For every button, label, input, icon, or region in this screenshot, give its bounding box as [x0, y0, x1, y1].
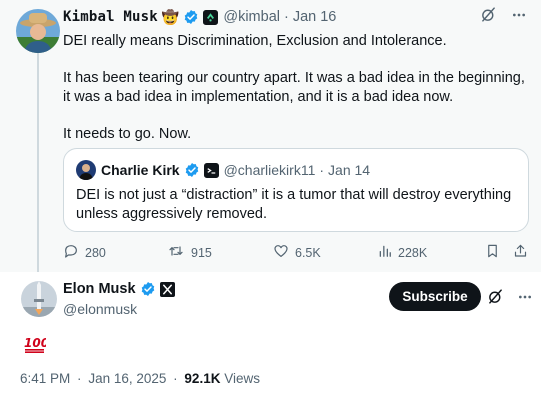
- quoted-tweet-card[interactable]: Charlie Kirk @charliekirk11 · Jan 14 DEI…: [63, 148, 529, 232]
- main-author-name[interactable]: Elon Musk: [63, 281, 136, 297]
- quoted-author-name: Charlie Kirk: [101, 162, 180, 178]
- main-header-actions: [487, 288, 533, 305]
- reply-button[interactable]: 280: [63, 243, 106, 262]
- affiliate-badge-icon: [203, 9, 219, 25]
- quoted-date-separator: ·: [319, 162, 325, 178]
- svg-text:100: 100: [24, 336, 46, 350]
- views-count: 228K: [398, 245, 428, 260]
- bookmark-button[interactable]: [485, 243, 500, 262]
- grok-icon[interactable]: [487, 288, 504, 305]
- repost-button[interactable]: 915: [167, 243, 212, 262]
- bookmark-icon: [485, 243, 500, 262]
- parent-tweet[interactable]: Kimbal Musk 🤠 @kimbal · Jan 16 DEI reall…: [0, 0, 541, 272]
- quoted-tweet-text: DEI is not just a “distraction” it is a …: [76, 187, 512, 222]
- like-button[interactable]: 6.5K: [273, 243, 321, 262]
- repost-count: 915: [191, 245, 212, 260]
- parent-date[interactable]: Jan 16: [293, 9, 337, 25]
- parent-date-separator: ·: [283, 9, 289, 25]
- main-time[interactable]: 6:41 PM: [20, 371, 70, 386]
- x-logo-badge-icon: [159, 281, 175, 297]
- main-author-row: Elon Musk: [63, 281, 175, 297]
- parent-action-bar: 280 915 6.5K 228K: [63, 243, 529, 263]
- main-date[interactable]: Jan 16, 2025: [88, 371, 166, 386]
- verified-badge-icon: [140, 281, 156, 297]
- like-icon: [273, 243, 289, 262]
- main-tweet-meta: 6:41 PM · Jan 16, 2025 · 92.1K Views: [20, 371, 260, 386]
- cowboy-emoji: 🤠: [161, 8, 180, 25]
- quoted-handle: @charliekirk11: [223, 162, 316, 178]
- parent-header-actions: [480, 6, 527, 23]
- more-icon[interactable]: [511, 7, 527, 23]
- repost-icon: [167, 243, 185, 262]
- verified-badge-icon: [184, 162, 200, 178]
- share-button[interactable]: [513, 243, 528, 262]
- parent-paragraph: It has been tearing our country apart. I…: [63, 70, 525, 105]
- parent-author-name[interactable]: Kimbal Musk: [63, 9, 158, 25]
- elon-avatar[interactable]: [21, 281, 57, 317]
- main-views-label: Views: [224, 371, 260, 386]
- thread-connector-line: [37, 47, 39, 272]
- parent-handle[interactable]: @kimbal: [223, 9, 280, 25]
- affiliate-badge-icon: [203, 162, 219, 178]
- reply-count: 280: [85, 245, 106, 260]
- parent-tweet-text: DEI really means Discrimination, Exclusi…: [63, 32, 528, 162]
- parent-paragraph: DEI really means Discrimination, Exclusi…: [63, 33, 447, 49]
- main-view-count: 92.1K: [184, 371, 221, 386]
- share-icon: [513, 243, 528, 262]
- kimbal-avatar[interactable]: [16, 9, 60, 53]
- parent-tweet-header: Kimbal Musk 🤠 @kimbal · Jan 16: [63, 8, 336, 26]
- views-button[interactable]: 228K: [378, 243, 427, 262]
- quoted-date: Jan 14: [328, 162, 371, 178]
- hundred-emoji: 💯 100: [20, 335, 50, 358]
- subscribe-button[interactable]: Subscribe: [389, 282, 481, 311]
- reply-icon: [63, 243, 79, 262]
- like-count: 6.5K: [295, 245, 321, 260]
- quoted-tweet-header: Charlie Kirk @charliekirk11 · Jan 14: [76, 160, 370, 180]
- charlie-avatar: [76, 160, 96, 180]
- main-meta-dot: ·: [173, 371, 178, 386]
- more-icon[interactable]: [517, 289, 533, 305]
- verified-badge-icon: [183, 9, 199, 25]
- grok-icon[interactable]: [480, 6, 497, 23]
- views-icon: [378, 243, 392, 262]
- main-handle[interactable]: @elonmusk: [63, 301, 137, 317]
- parent-paragraph: It needs to go. Now.: [63, 126, 192, 142]
- main-meta-separator: ·: [77, 371, 82, 386]
